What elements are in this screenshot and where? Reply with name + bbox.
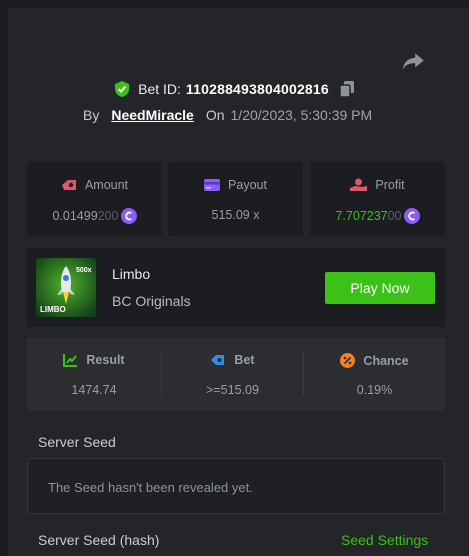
seed-settings-link[interactable]: Seed Settings — [341, 532, 428, 548]
thumbnail-badge: 500x — [76, 267, 92, 274]
payout-value: 515.09 x — [211, 208, 260, 222]
thumbnail-title: LIMBO — [40, 305, 66, 314]
bet-label: Bet — [234, 353, 255, 367]
chance-value: 0.19% — [356, 383, 393, 397]
server-seed-box: The Seed hasn't been revealed yet. — [27, 458, 445, 514]
amount-value: 0.01499 — [52, 209, 98, 223]
on-label: On — [205, 107, 225, 123]
payout-card-icon — [204, 179, 221, 191]
bet-id-label: Bet ID: — [138, 81, 181, 97]
copy-icon[interactable] — [339, 80, 355, 98]
bet-id-value: 110288493804002816 — [185, 81, 329, 97]
profit-icon — [350, 178, 368, 191]
bet-id-row: Bet ID: 110288493804002816 — [0, 80, 469, 98]
coin-icon — [403, 208, 420, 224]
result-chart-icon — [63, 354, 78, 367]
amount-value-dim: 200 — [97, 209, 119, 223]
result-panel: Result 1474.74 Bet >=515.09 Chance 0.19% — [27, 338, 445, 411]
game-provider: BC Originals — [112, 293, 191, 309]
play-now-button[interactable]: Play Now — [325, 272, 435, 304]
server-seed-label: Server Seed — [38, 434, 116, 450]
share-icon[interactable] — [400, 48, 426, 74]
game-name: Limbo — [112, 266, 151, 282]
chance-percent-icon — [340, 353, 356, 368]
bet-icon — [211, 355, 225, 365]
chance-column: Chance 0.19% — [304, 338, 445, 411]
result-value: 1474.74 — [71, 383, 117, 397]
bet-column: Bet >=515.09 — [162, 338, 303, 411]
result-label: Result — [86, 353, 125, 367]
limbo-thumbnail[interactable]: 500x LIMBO — [36, 258, 96, 317]
shield-check-icon — [115, 81, 130, 97]
coin-icon — [120, 208, 137, 224]
profit-card: Profit 7.707237 00 — [310, 162, 445, 236]
chance-label: Chance — [363, 353, 409, 368]
bet-value: >=515.09 — [206, 383, 259, 397]
amount-card: Amount 0.01499 200 — [27, 162, 162, 236]
profit-label: Profit — [375, 178, 405, 192]
payout-card: Payout 515.09 x — [168, 162, 303, 236]
bet-datetime: 1/20/2023, 5:30:39 PM — [230, 107, 373, 123]
payout-label: Payout — [228, 178, 267, 192]
game-card: 500x LIMBO Limbo BC Originals Play Now — [27, 248, 445, 327]
amount-icon — [61, 180, 76, 190]
profit-value-dim: 00 — [387, 209, 402, 223]
by-label: By — [83, 107, 100, 123]
amount-label: Amount — [84, 178, 129, 192]
server-seed-hash-label: Server Seed (hash) — [38, 532, 160, 548]
profit-value: 7.707237 — [335, 209, 388, 223]
result-column: Result 1474.74 — [27, 338, 161, 411]
username-link[interactable]: NeedMiracle — [111, 107, 193, 123]
bet-meta-row: By NeedMiracle On 1/20/2023, 5:30:39 PM — [83, 107, 372, 123]
server-seed-text: The Seed hasn't been revealed yet. — [48, 480, 253, 495]
